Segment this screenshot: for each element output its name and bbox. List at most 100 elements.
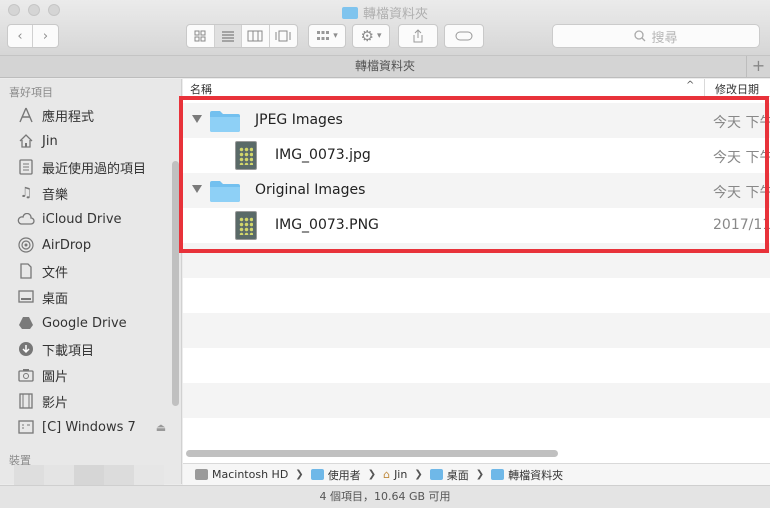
applications-icon — [16, 106, 36, 124]
path-item-home[interactable]: ⌂ Jin — [383, 468, 407, 481]
sidebar-scrollbar[interactable] — [172, 161, 179, 406]
film-icon — [16, 392, 36, 410]
sidebar-item-label: iCloud Drive — [42, 211, 122, 227]
image-thumbnail-icon — [235, 141, 257, 170]
file-date: 2017/11 — [713, 217, 770, 233]
chevron-left-icon: ‹ — [17, 28, 23, 44]
column-divider[interactable] — [704, 79, 705, 97]
sidebar-item-windows[interactable]: [C] Windows 7 ⏏ — [16, 416, 166, 438]
coverflow-view-button[interactable] — [270, 25, 297, 47]
google-drive-icon — [16, 314, 36, 332]
columns-icon — [247, 30, 263, 42]
sidebar-item-label: [C] Windows 7 — [42, 419, 136, 435]
folder-icon — [210, 111, 240, 132]
share-button[interactable] — [398, 24, 438, 48]
file-name: Original Images — [255, 182, 366, 198]
sidebar-item-label: 影片 — [42, 395, 69, 411]
favorites-header: 喜好項目 — [9, 86, 53, 99]
forward-button[interactable]: › — [33, 25, 58, 47]
path-item-desktop[interactable]: 桌面 — [429, 467, 469, 483]
image-thumbnail-icon — [235, 211, 257, 240]
new-tab-button[interactable]: + — [746, 56, 770, 77]
file-name: JPEG Images — [255, 112, 343, 128]
icon-view-button[interactable] — [187, 25, 215, 47]
camera-icon — [16, 366, 36, 384]
sidebar-item-label: 文件 — [42, 265, 69, 281]
empty-row — [183, 348, 770, 383]
list-view-button[interactable] — [214, 25, 242, 47]
home-icon: ⌂ — [383, 468, 391, 481]
path-label: 桌面 — [446, 468, 469, 482]
file-name: IMG_0073.jpg — [275, 147, 371, 163]
column-view-button[interactable] — [242, 25, 270, 47]
empty-row — [183, 243, 770, 278]
disclosure-triangle-icon[interactable] — [192, 115, 202, 123]
sidebar: 喜好項目 應用程式 Jin 最近使用過的項目 ♫ 音樂 iCloud Drive… — [0, 79, 182, 484]
empty-row — [183, 313, 770, 348]
path-item-macintosh-hd[interactable]: Macintosh HD — [195, 468, 288, 481]
list-item[interactable]: IMG_0073.PNG 2017/11 — [183, 208, 770, 243]
file-date: 今天 下午 — [713, 185, 770, 201]
sidebar-item-airdrop[interactable]: AirDrop — [16, 234, 91, 256]
sidebar-item-label: 音樂 — [42, 187, 69, 203]
chevron-down-icon: ▾ — [376, 31, 382, 41]
empty-row — [183, 383, 770, 418]
sidebar-item-label: Jin — [42, 133, 58, 149]
folder-icon — [429, 469, 443, 480]
empty-row — [183, 418, 770, 453]
date-column-header[interactable]: 修改日期 — [715, 81, 759, 97]
folder-icon — [210, 181, 240, 202]
sidebar-item-downloads[interactable]: 下載項目 — [16, 338, 94, 360]
blurred-device-items — [14, 465, 164, 485]
downloads-icon — [16, 340, 36, 358]
name-column-header[interactable]: 名稱 — [190, 81, 212, 97]
list-item[interactable]: JPEG Images 今天 下午 — [183, 103, 770, 138]
tags-button[interactable] — [444, 24, 484, 48]
title-bar: 轉檔資料夾 ‹ › ▾ ⚙ ▾ 搜尋 — [0, 0, 770, 56]
grid-icon — [194, 30, 206, 42]
share-icon — [413, 29, 423, 43]
horizontal-scrollbar[interactable] — [186, 450, 558, 457]
sidebar-item-documents[interactable]: 文件 — [16, 260, 68, 282]
airdrop-icon — [16, 236, 36, 254]
sidebar-item-recents[interactable]: 最近使用過的項目 — [16, 156, 146, 178]
search-field[interactable]: 搜尋 — [552, 24, 760, 48]
list-icon — [221, 31, 234, 42]
tab-title[interactable]: 轉檔資料夾 — [355, 59, 415, 73]
sort-ascending-icon[interactable]: ^ — [686, 80, 694, 91]
sidebar-item-desktop[interactable]: 桌面 — [16, 286, 68, 308]
list-item[interactable]: Original Images 今天 下午 — [183, 173, 770, 208]
disclosure-triangle-icon[interactable] — [192, 185, 202, 193]
back-button[interactable]: ‹ — [8, 25, 34, 47]
path-item-users[interactable]: 使用者 — [310, 467, 361, 483]
tab-bar: 轉檔資料夾 + — [0, 56, 770, 78]
arrange-button[interactable]: ▾ — [308, 24, 346, 48]
path-item-current-folder[interactable]: 轉檔資料夾 — [491, 467, 563, 483]
disk-icon — [16, 418, 36, 436]
column-header: 名稱 ^ 修改日期 — [183, 79, 770, 97]
tag-icon — [455, 31, 473, 41]
finder-window: 轉檔資料夾 ‹ › ▾ ⚙ ▾ 搜尋 轉檔資料夾 + 喜好項目 應用程式 Jin… — [0, 0, 770, 508]
folder-icon — [310, 469, 324, 480]
list-item[interactable]: IMG_0073.jpg 今天 下午 — [183, 138, 770, 173]
sidebar-item-music[interactable]: ♫ 音樂 — [16, 182, 68, 204]
nav-buttons: ‹ › — [7, 24, 59, 48]
home-icon — [16, 132, 36, 150]
sidebar-item-applications[interactable]: 應用程式 — [16, 104, 94, 126]
action-button[interactable]: ⚙ ▾ — [352, 24, 390, 48]
sidebar-item-label: 桌面 — [42, 291, 69, 307]
file-date: 今天 下午 — [713, 115, 770, 131]
path-separator-icon: ❯ — [414, 469, 423, 480]
sidebar-item-icloud[interactable]: iCloud Drive — [16, 208, 122, 230]
sidebar-item-google-drive[interactable]: Google Drive — [16, 312, 127, 334]
file-list: 名稱 ^ 修改日期 JPEG Images 今天 下午 IMG_0073.jpg… — [183, 79, 770, 463]
sidebar-item-pictures[interactable]: 圖片 — [16, 364, 68, 386]
chevron-right-icon: › — [42, 28, 49, 44]
arrange-icon — [317, 31, 330, 40]
search-placeholder: 搜尋 — [651, 30, 678, 46]
sidebar-item-home[interactable]: Jin — [16, 130, 58, 152]
sidebar-item-movies[interactable]: 影片 — [16, 390, 68, 412]
path-label: Jin — [394, 468, 408, 481]
eject-icon[interactable]: ⏏ — [156, 421, 166, 434]
cloud-icon — [16, 210, 36, 228]
